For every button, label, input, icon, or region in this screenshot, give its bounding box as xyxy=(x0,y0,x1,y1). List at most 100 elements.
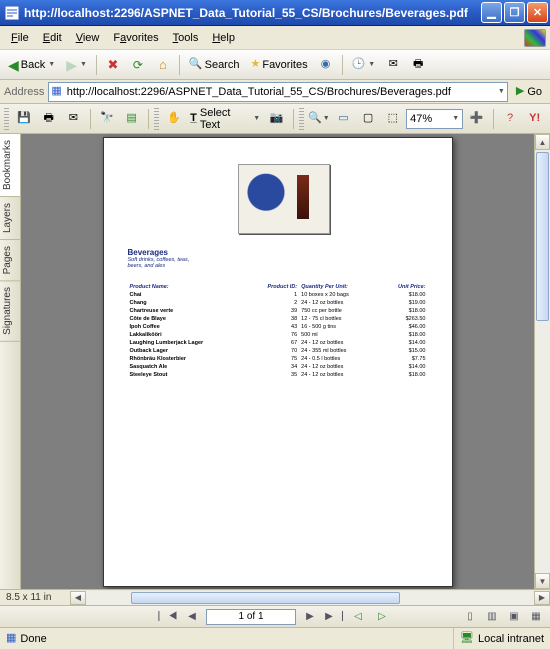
history-button[interactable]: 🕒▼ xyxy=(348,54,380,76)
pg-fwd-button[interactable]: ▷ xyxy=(372,608,392,626)
side-tab-signatures[interactable]: Signatures xyxy=(0,281,20,342)
zoom-fit-button[interactable]: ⬚ xyxy=(381,107,404,131)
side-tab-layers[interactable]: Layers xyxy=(0,197,20,240)
refresh-button[interactable]: ⟳ xyxy=(127,54,149,76)
cell-qty: 24 - 355 ml bottles xyxy=(299,347,379,355)
page-dimensions: 8.5 x 11 in xyxy=(0,592,70,603)
prev-page-button[interactable]: ◀ xyxy=(182,608,202,626)
zoom-value: 47% xyxy=(410,113,432,125)
search-button[interactable]: 🔍Search xyxy=(185,54,244,76)
facing-button[interactable]: ▣ xyxy=(504,608,524,626)
next-page-button[interactable]: ▶ xyxy=(300,608,320,626)
history-icon: 🕒 xyxy=(352,59,366,70)
menu-tools[interactable]: Tools xyxy=(166,29,206,47)
address-box[interactable]: ▦ ▼ xyxy=(48,82,507,102)
print-button[interactable]: 🖶 xyxy=(37,107,60,131)
search-icon: 🔍 xyxy=(189,59,203,70)
product-photo xyxy=(238,164,330,234)
doc-title: Beverages xyxy=(128,248,428,257)
print-nav-button[interactable]: 🖶 xyxy=(407,54,429,76)
book-icon: ▤ xyxy=(126,113,136,124)
cell-name: Côte de Blaye xyxy=(128,315,248,323)
stop-button[interactable]: ✖ xyxy=(102,54,124,76)
cell-id: 38 xyxy=(247,315,299,323)
table-row: Ipoh Coffee4316 - 500 g tins$46.00 xyxy=(128,323,428,331)
hscroll-track[interactable] xyxy=(86,591,534,605)
zoom-combo[interactable]: 47% ▼ xyxy=(406,109,463,129)
cell-id: 75 xyxy=(247,355,299,363)
minimize-button[interactable]: ▁ xyxy=(481,2,502,23)
snapshot-button[interactable]: 📷 xyxy=(265,107,288,131)
scroll-left-button[interactable]: ◀ xyxy=(70,591,86,605)
last-page-button[interactable]: ▶⎹ xyxy=(324,608,344,626)
forward-arrow-icon: ▶ xyxy=(66,58,77,72)
restore-button[interactable]: ❐ xyxy=(504,2,525,23)
go-arrow-icon: ▶ xyxy=(516,86,524,97)
home-button[interactable]: ⌂ xyxy=(152,54,174,76)
mail-button[interactable]: ✉ xyxy=(382,54,404,76)
cell-qty: 16 - 500 g tins xyxy=(299,323,379,331)
cell-name: Ipoh Coffee xyxy=(128,323,248,331)
page-actual-icon: ▢ xyxy=(363,113,373,124)
menu-file[interactable]: File xyxy=(4,29,36,47)
continuous-button[interactable]: ▥ xyxy=(482,608,502,626)
select-text-button[interactable]: T̲ Select Text ▼ xyxy=(187,107,263,131)
document-viewport[interactable]: Beverages Soft drinks, coffees, teas, be… xyxy=(21,134,534,589)
scroll-track[interactable] xyxy=(535,150,550,573)
continuous-facing-button[interactable]: ▦ xyxy=(526,608,546,626)
menu-view[interactable]: View xyxy=(69,29,107,47)
menu-favorites[interactable]: Favorites xyxy=(106,29,165,47)
mail-icon: ✉ xyxy=(389,59,398,70)
cell-qty: 10 boxes x 20 bags xyxy=(299,291,379,299)
save-copy-button[interactable]: 💾 xyxy=(13,107,36,131)
cell-qty: 500 ml xyxy=(299,331,379,339)
cell-id: 43 xyxy=(247,323,299,331)
cell-name: Chai xyxy=(128,291,248,299)
go-label: Go xyxy=(527,86,542,98)
zoom-in-button[interactable]: 🔍▼ xyxy=(308,107,331,131)
find-button[interactable]: 🔭 xyxy=(96,107,119,131)
side-tab-bookmarks[interactable]: Bookmarks xyxy=(0,134,20,197)
vertical-scrollbar[interactable]: ▲ ▼ xyxy=(534,134,550,589)
first-page-button[interactable]: ⎸◀ xyxy=(158,608,178,626)
yahoo-button[interactable]: Y! xyxy=(523,107,546,131)
pdf-page: Beverages Soft drinks, coffees, teas, be… xyxy=(103,137,453,587)
zoom-plus-button[interactable]: ➕ xyxy=(465,107,488,131)
close-button[interactable]: ✕ xyxy=(527,2,548,23)
binoculars-icon: 🔭 xyxy=(100,113,114,124)
email-button[interactable]: ✉ xyxy=(62,107,85,131)
cell-price: $7.75 xyxy=(379,355,428,363)
cell-qty: 24 - 12 oz bottles xyxy=(299,371,379,379)
table-row: Côte de Blaye3812 - 75 cl bottles$263.50 xyxy=(128,315,428,323)
menu-edit[interactable]: Edit xyxy=(36,29,69,47)
print-icon: 🖶 xyxy=(413,59,423,70)
media-button[interactable]: ◉ xyxy=(315,54,337,76)
back-label: Back xyxy=(21,59,45,71)
help-button[interactable]: ? xyxy=(499,107,522,131)
menu-help[interactable]: Help xyxy=(205,29,242,47)
scroll-thumb[interactable] xyxy=(536,152,549,321)
go-button[interactable]: ▶ Go xyxy=(512,82,546,102)
zoom-actual-button[interactable]: ▢ xyxy=(357,107,380,131)
cell-id: 2 xyxy=(247,299,299,307)
single-page-button[interactable]: ▯ xyxy=(460,608,480,626)
hand-tool-button[interactable]: ✋ xyxy=(163,107,186,131)
scroll-down-button[interactable]: ▼ xyxy=(535,573,550,589)
back-button[interactable]: ◀ Back ▼ xyxy=(4,54,59,76)
scroll-up-button[interactable]: ▲ xyxy=(535,134,550,150)
cell-name: Chartreuse verte xyxy=(128,307,248,315)
scroll-right-button[interactable]: ▶ xyxy=(534,591,550,605)
pg-back-button[interactable]: ◁ xyxy=(348,608,368,626)
grip-icon-2 xyxy=(154,108,159,130)
reading-button[interactable]: ▤ xyxy=(120,107,143,131)
forward-button[interactable]: ▶▼ xyxy=(62,54,91,76)
search-label: Search xyxy=(205,59,240,71)
favorites-button[interactable]: ★Favorites xyxy=(246,54,311,76)
side-tab-pages[interactable]: Pages xyxy=(0,240,20,281)
hscroll-thumb[interactable] xyxy=(131,592,400,604)
page-number-box[interactable]: 1 of 1 xyxy=(206,609,296,625)
address-dropdown-icon[interactable]: ▼ xyxy=(498,88,505,95)
address-input[interactable] xyxy=(65,85,494,99)
zoom-out-button[interactable]: ▭ xyxy=(332,107,355,131)
cell-qty: 24 - 12 oz bottles xyxy=(299,363,379,371)
